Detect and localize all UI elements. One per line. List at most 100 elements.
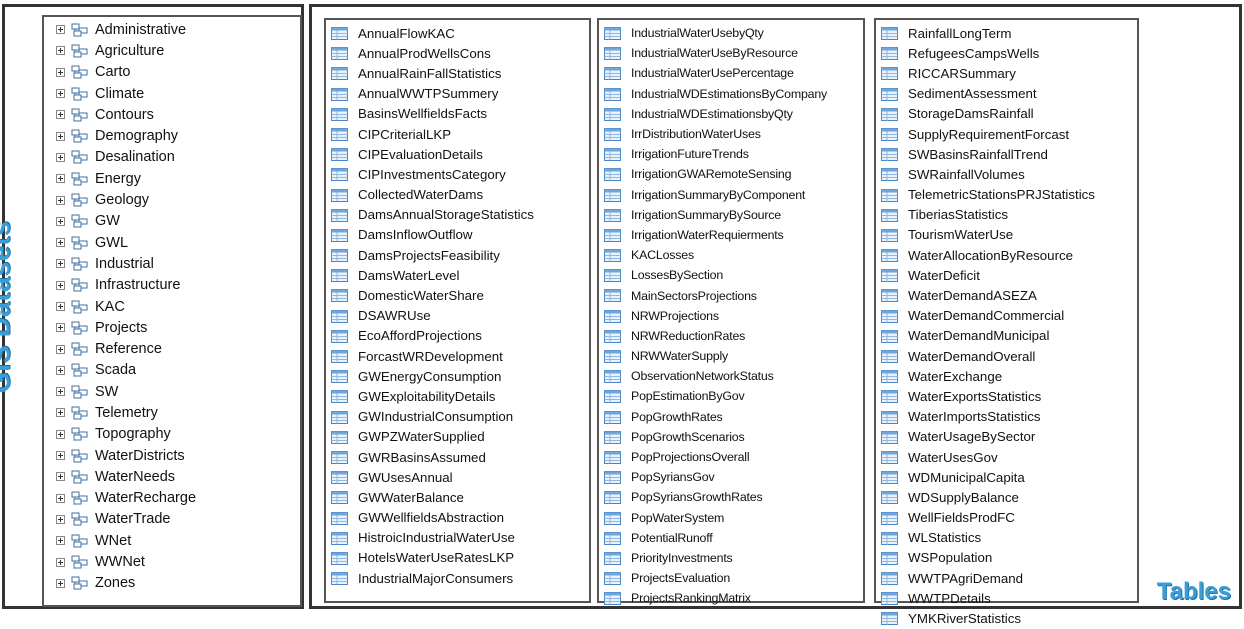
dataset-item[interactable]: Zones <box>44 573 300 594</box>
table-item[interactable]: PopWaterSystem <box>599 508 863 528</box>
plus-expander-icon[interactable] <box>56 25 65 35</box>
plus-expander-icon[interactable] <box>56 323 65 333</box>
table-item[interactable]: IrrigationWaterRequierments <box>599 225 863 245</box>
table-item[interactable]: WellFieldsProdFC <box>876 508 1137 528</box>
table-item[interactable]: GWPZWaterSupplied <box>326 427 589 447</box>
dataset-item[interactable]: Telemetry <box>44 402 300 423</box>
table-item[interactable]: GWWellfieldsAbstraction <box>326 508 589 528</box>
table-item[interactable]: WaterDemandCommercial <box>876 306 1137 326</box>
table-item[interactable]: SupplyRequirementForcast <box>876 124 1137 144</box>
dataset-item[interactable]: Climate <box>44 83 300 104</box>
table-item[interactable]: EcoAffordProjections <box>326 326 589 346</box>
table-item[interactable]: CIPInvestmentsCategory <box>326 164 589 184</box>
dataset-item[interactable]: WaterNeeds <box>44 466 300 487</box>
table-item[interactable]: DomesticWaterShare <box>326 285 589 305</box>
table-item[interactable]: PotentialRunoff <box>599 528 863 548</box>
plus-expander-icon[interactable] <box>56 152 65 162</box>
dataset-item[interactable]: WNet <box>44 530 300 551</box>
table-item[interactable]: BasinsWellfieldsFacts <box>326 104 589 124</box>
table-item[interactable]: DSAWRUse <box>326 306 589 326</box>
table-item[interactable]: IndustrialMajorConsumers <box>326 568 589 588</box>
table-item[interactable]: WLStatistics <box>876 528 1137 548</box>
table-item[interactable]: WaterDemandASEZA <box>876 285 1137 305</box>
dataset-item[interactable]: Reference <box>44 338 300 359</box>
table-item[interactable]: WDSupplyBalance <box>876 487 1137 507</box>
plus-expander-icon[interactable] <box>56 174 65 184</box>
dataset-item[interactable]: Contours <box>44 104 300 125</box>
plus-expander-icon[interactable] <box>56 408 65 418</box>
dataset-item[interactable]: Agriculture <box>44 40 300 61</box>
table-item[interactable]: IndustrialWaterUseByResource <box>599 43 863 63</box>
table-item[interactable]: DamsAnnualStorageStatistics <box>326 205 589 225</box>
table-item[interactable]: WWTPDetails <box>876 588 1137 608</box>
dataset-item[interactable]: SW <box>44 381 300 402</box>
plus-expander-icon[interactable] <box>56 365 65 375</box>
table-item[interactable]: WaterExportsStatistics <box>876 386 1137 406</box>
table-item[interactable]: IrrigationGWARemoteSensing <box>599 164 863 184</box>
table-item[interactable]: WWTPAgriDemand <box>876 568 1137 588</box>
plus-expander-icon[interactable] <box>56 451 65 461</box>
table-item[interactable]: AnnualRainFallStatistics <box>326 63 589 83</box>
table-item[interactable]: WaterUsesGov <box>876 447 1137 467</box>
table-item[interactable]: CIPCriterialLKP <box>326 124 589 144</box>
table-item[interactable]: WaterDemandMunicipal <box>876 326 1137 346</box>
plus-expander-icon[interactable] <box>56 131 65 141</box>
table-item[interactable]: CIPEvaluationDetails <box>326 144 589 164</box>
table-item[interactable]: ObservationNetworkStatus <box>599 366 863 386</box>
table-item[interactable]: RainfallLongTerm <box>876 23 1137 43</box>
dataset-item[interactable]: Desalination <box>44 147 300 168</box>
dataset-item[interactable]: WWNet <box>44 551 300 572</box>
table-item[interactable]: DamsProjectsFeasibility <box>326 245 589 265</box>
table-item[interactable]: NRWWaterSupply <box>599 346 863 366</box>
table-item[interactable]: IndustrialWDEstimationsByCompany <box>599 84 863 104</box>
table-item[interactable]: GWEnergyConsumption <box>326 366 589 386</box>
table-item[interactable]: GWWaterBalance <box>326 487 589 507</box>
table-item[interactable]: PriorityInvestments <box>599 548 863 568</box>
table-item[interactable]: CollectedWaterDams <box>326 185 589 205</box>
dataset-item[interactable]: Carto <box>44 62 300 83</box>
table-item[interactable]: WSPopulation <box>876 548 1137 568</box>
table-item[interactable]: IndustrialWaterUsePercentage <box>599 63 863 83</box>
dataset-item[interactable]: GW <box>44 211 300 232</box>
plus-expander-icon[interactable] <box>56 302 65 311</box>
plus-expander-icon[interactable] <box>56 280 65 290</box>
table-item[interactable]: PopGrowthRates <box>599 407 863 427</box>
dataset-item[interactable]: KAC <box>44 296 300 317</box>
plus-expander-icon[interactable] <box>56 557 65 567</box>
table-item[interactable]: IndustrialWaterUsebyQty <box>599 23 863 43</box>
table-item[interactable]: WaterAllocationByResource <box>876 245 1137 265</box>
plus-expander-icon[interactable] <box>56 344 65 354</box>
plus-expander-icon[interactable] <box>56 493 65 503</box>
plus-expander-icon[interactable] <box>56 67 65 77</box>
table-item[interactable]: PopGrowthScenarios <box>599 427 863 447</box>
table-item[interactable]: WaterExchange <box>876 366 1137 386</box>
table-item[interactable]: AnnualWWTPSummery <box>326 84 589 104</box>
table-item[interactable]: SWRainfallVolumes <box>876 164 1137 184</box>
table-item[interactable]: IrrigationSummaryBySource <box>599 205 863 225</box>
dataset-item[interactable]: WaterRecharge <box>44 488 300 509</box>
plus-expander-icon[interactable] <box>56 536 65 546</box>
dataset-item[interactable]: Projects <box>44 317 300 338</box>
plus-expander-icon[interactable] <box>56 514 65 524</box>
plus-expander-icon[interactable] <box>56 216 65 226</box>
table-item[interactable]: ProjectsEvaluation <box>599 568 863 588</box>
plus-expander-icon[interactable] <box>56 195 65 205</box>
table-item[interactable]: GWUsesAnnual <box>326 467 589 487</box>
table-item[interactable]: RefugeesCampsWells <box>876 43 1137 63</box>
table-item[interactable]: NRWReductionRates <box>599 326 863 346</box>
table-item[interactable]: AnnualFlowKAC <box>326 23 589 43</box>
table-item[interactable]: DamsInflowOutflow <box>326 225 589 245</box>
table-item[interactable]: WDMunicipalCapita <box>876 467 1137 487</box>
dataset-item[interactable]: Industrial <box>44 253 300 274</box>
table-item[interactable]: TiberiasStatistics <box>876 205 1137 225</box>
plus-expander-icon[interactable] <box>56 89 65 99</box>
dataset-item[interactable]: WaterDistricts <box>44 445 300 466</box>
dataset-item[interactable]: WaterTrade <box>44 509 300 530</box>
table-item[interactable]: PopEstimationByGov <box>599 386 863 406</box>
table-item[interactable]: PopSyriansGrowthRates <box>599 487 863 507</box>
table-item[interactable]: WaterUsageBySector <box>876 427 1137 447</box>
table-item[interactable]: HotelsWaterUseRatesLKP <box>326 548 589 568</box>
dataset-item[interactable]: Topography <box>44 424 300 445</box>
table-item[interactable]: ForcastWRDevelopment <box>326 346 589 366</box>
table-item[interactable]: GWExploitabilityDetails <box>326 386 589 406</box>
